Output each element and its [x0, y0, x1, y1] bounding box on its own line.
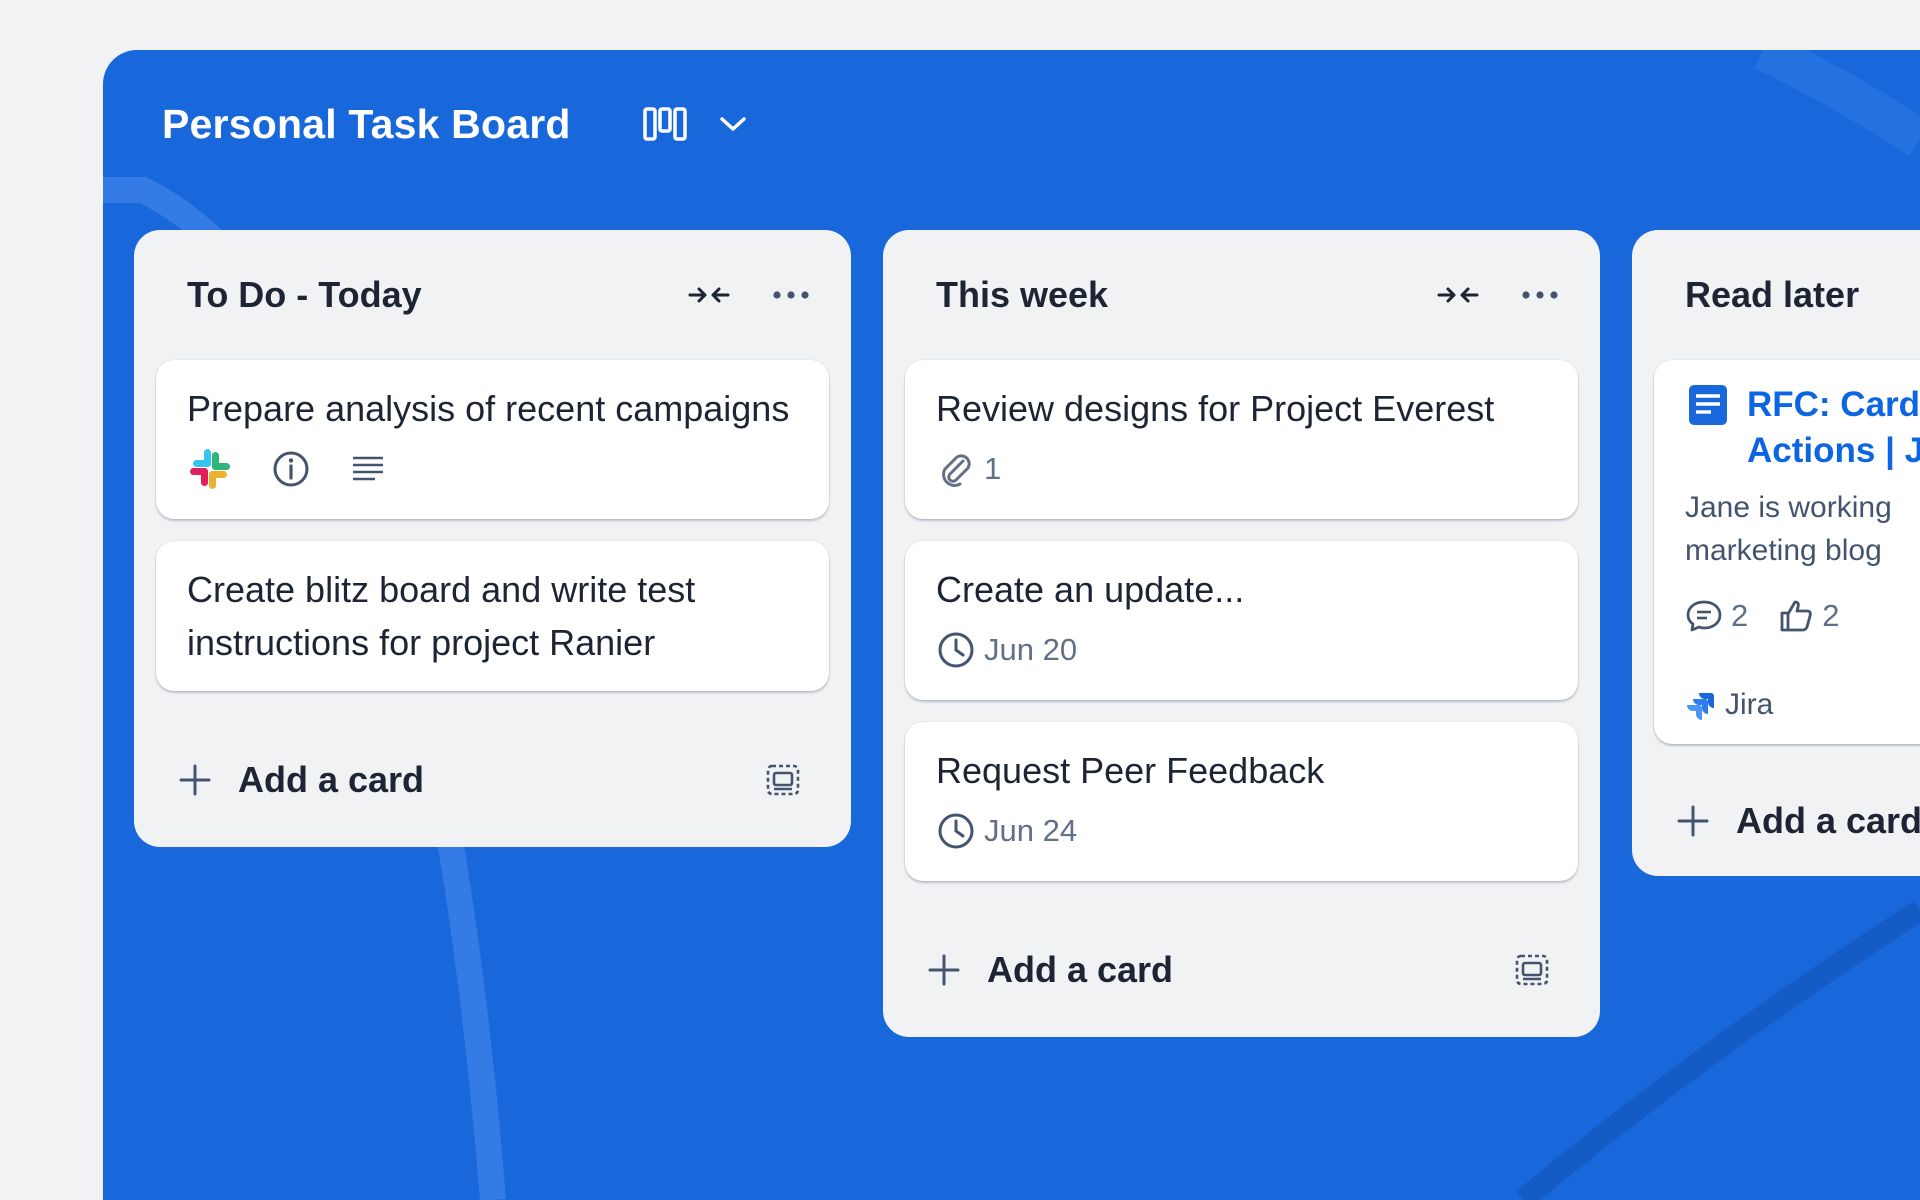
card-title: Review designs for Project Everest [936, 388, 1495, 429]
list-actions-button[interactable] [761, 271, 821, 319]
plus-icon [928, 954, 960, 986]
list-header: Read later [1654, 230, 1920, 360]
more-icon [773, 291, 809, 299]
card[interactable]: Create blitz board and write test instru… [156, 541, 829, 691]
link-source: Jira [1685, 688, 1920, 722]
due-date-text: Jun 20 [984, 632, 1078, 667]
board-canvas: Personal Task Board To Do - Today Prepar… [103, 50, 1920, 1200]
card-badges: Jun 20 [936, 622, 1547, 678]
description-line: marketing blog [1685, 534, 1882, 567]
card-badges: Jun 24 [936, 803, 1547, 859]
collapse-icon [1437, 287, 1479, 303]
comment-count: 2 [1731, 598, 1749, 633]
card-badges [187, 441, 798, 497]
card[interactable]: Create an update... Jun 20 [905, 541, 1578, 700]
card-description: Jane is working marketing blog [1685, 486, 1920, 572]
like-count: 2 [1822, 598, 1840, 633]
board-view-icon [642, 107, 687, 141]
add-card-label: Add a card [987, 949, 1174, 990]
description-line: Jane is working [1685, 491, 1892, 524]
attachments-badge: 1 [936, 449, 1001, 489]
card-title: Prepare analysis of recent campaigns [187, 388, 790, 429]
create-from-template-button[interactable] [1508, 946, 1556, 994]
plus-icon [179, 764, 211, 796]
card-title: Create an update... [936, 569, 1245, 610]
list-this-week: This week Review designs for Project Eve… [883, 230, 1600, 1037]
collapse-list-button[interactable] [1428, 271, 1488, 319]
create-from-template-button[interactable] [759, 756, 807, 804]
board-view-switcher[interactable] [641, 100, 689, 148]
slack-icon [190, 449, 230, 489]
info-icon [273, 451, 309, 487]
card[interactable]: Review designs for Project Everest 1 [905, 360, 1578, 519]
board-header: Personal Task Board [162, 96, 753, 152]
plus-icon [1677, 805, 1709, 837]
card[interactable]: Prepare analysis of recent campaigns [156, 360, 829, 519]
collapse-icon [688, 287, 730, 303]
add-card-label: Add a card [238, 759, 425, 800]
list-title: Read later [1685, 274, 1860, 315]
card[interactable]: Request Peer Feedback Jun 24 [905, 722, 1578, 881]
list-header: This week [905, 230, 1578, 360]
due-date-text: Jun 24 [984, 813, 1078, 848]
card-badges: 2 2 [1685, 588, 1920, 644]
list-footer: Add a card [1654, 766, 1920, 876]
add-card-button[interactable]: Add a card [1676, 800, 1920, 842]
jira-icon [1687, 693, 1714, 720]
thumbs-up-icon [1780, 600, 1813, 632]
more-icon [1522, 291, 1558, 299]
link-title-line: Actions | J [1747, 431, 1920, 470]
comment-icon [1686, 600, 1722, 632]
board-menu-toggle[interactable] [713, 100, 753, 148]
due-date-badge: Jun 24 [936, 811, 1077, 851]
list-header: To Do - Today [156, 230, 829, 360]
card-title: Request Peer Feedback [936, 750, 1325, 791]
template-icon [766, 764, 800, 796]
card-title: Create blitz board and write test instru… [187, 569, 696, 663]
clock-icon [938, 813, 974, 849]
add-card-button[interactable]: Add a card [178, 759, 759, 801]
board-title: Personal Task Board [162, 100, 571, 147]
list-actions-button[interactable] [1510, 271, 1570, 319]
slack-badge [187, 446, 241, 492]
list-todo-today: To Do - Today Prepare analysis of recent… [134, 230, 851, 847]
list-footer: Add a card [905, 903, 1578, 1037]
chevron-down-icon [719, 117, 746, 131]
likes-badge: 2 [1778, 598, 1840, 634]
confluence-page-icon [1689, 385, 1727, 425]
list-read-later: Read later RFC: Card Actions | J Jane is… [1632, 230, 1920, 876]
card[interactable]: RFC: Card Actions | J Jane is working ma… [1654, 360, 1920, 744]
attachment-count: 1 [984, 451, 1002, 486]
template-icon [1515, 954, 1549, 986]
collapse-list-button[interactable] [679, 271, 739, 319]
card-badges: 1 [936, 441, 1547, 497]
add-card-button[interactable]: Add a card [927, 949, 1508, 991]
link-title[interactable]: RFC: Card Actions | J [1747, 382, 1920, 474]
clock-icon [938, 632, 974, 668]
due-date-badge: Jun 20 [936, 630, 1077, 670]
link-title-line: RFC: Card [1747, 385, 1920, 424]
list-title: To Do - Today [187, 274, 422, 315]
comments-badge: 2 [1685, 598, 1748, 634]
list-title: This week [936, 274, 1109, 315]
list-footer: Add a card [156, 713, 829, 847]
info-badge [271, 449, 319, 489]
description-icon [353, 456, 383, 481]
description-badge [349, 452, 395, 486]
add-card-label: Add a card [1736, 800, 1920, 841]
source-label: Jira [1725, 688, 1774, 721]
link-card-header: RFC: Card Actions | J [1685, 382, 1920, 474]
paperclip-icon [942, 454, 971, 487]
